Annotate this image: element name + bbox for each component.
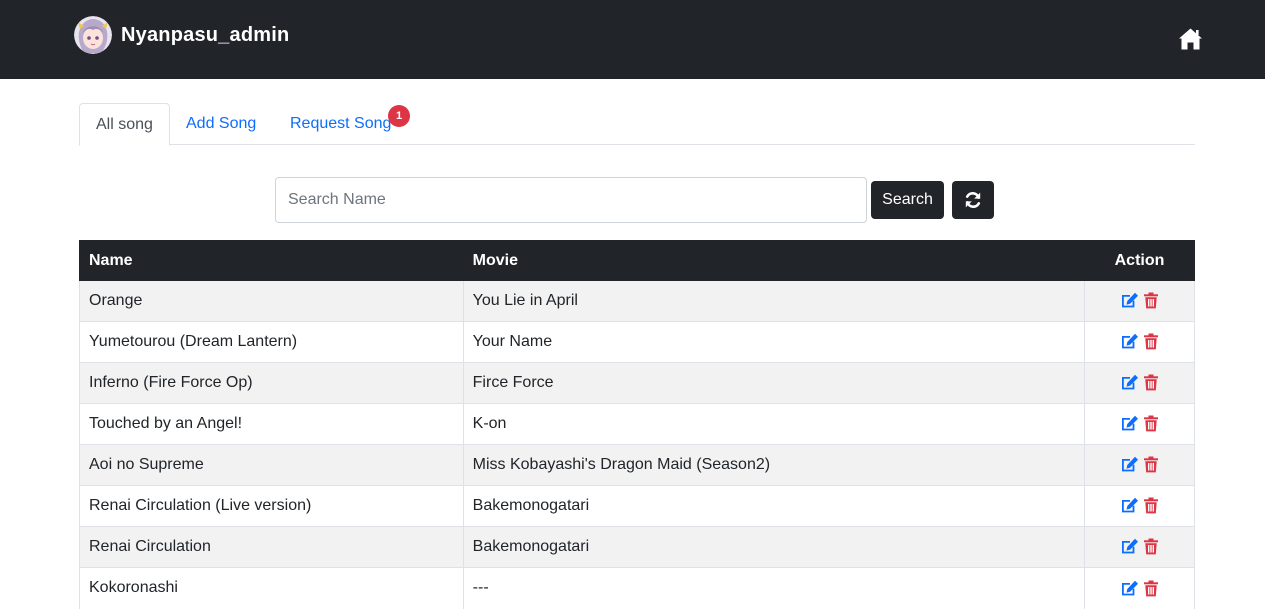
delete-icon[interactable] xyxy=(1143,292,1159,309)
table-row: Touched by an Angel! K-on xyxy=(79,403,1195,445)
table-header-row: Name Movie Action xyxy=(79,240,1195,281)
action-cell xyxy=(1084,362,1195,404)
movie-cell: Your Name xyxy=(462,321,1086,363)
request-count-badge: 1 xyxy=(388,105,410,127)
action-cell xyxy=(1084,403,1195,445)
movie-cell: You Lie in April xyxy=(462,280,1086,322)
edit-icon[interactable] xyxy=(1120,538,1139,555)
edit-icon[interactable] xyxy=(1120,292,1139,309)
brand[interactable]: Nyanpasu_admin xyxy=(74,16,289,54)
refresh-button[interactable] xyxy=(952,181,994,219)
song-rows: Orange You Lie in April Yumetourou (Drea… xyxy=(79,280,1195,609)
delete-icon[interactable] xyxy=(1143,456,1159,473)
table-row: Yumetourou (Dream Lantern) Your Name xyxy=(79,321,1195,363)
edit-icon[interactable] xyxy=(1120,415,1139,432)
action-cell xyxy=(1084,280,1195,322)
action-cell xyxy=(1084,567,1195,609)
song-name-cell: Inferno (Fire Force Op) xyxy=(79,362,464,404)
delete-icon[interactable] xyxy=(1143,374,1159,391)
song-tabs: All song Add Song Request Song 1 xyxy=(79,103,1195,146)
movie-cell: Bakemonogatari xyxy=(462,485,1086,527)
delete-icon[interactable] xyxy=(1143,497,1159,514)
table-row: Inferno (Fire Force Op) Firce Force xyxy=(79,362,1195,404)
edit-icon[interactable] xyxy=(1120,497,1139,514)
column-header-movie: Movie xyxy=(462,240,1086,281)
search-input[interactable] xyxy=(275,177,867,223)
table-row: Aoi no Supreme Miss Kobayashi's Dragon M… xyxy=(79,444,1195,486)
action-cell xyxy=(1084,485,1195,527)
edit-icon[interactable] xyxy=(1120,580,1139,597)
tab-all-song[interactable]: All song xyxy=(79,103,170,146)
edit-icon[interactable] xyxy=(1120,456,1139,473)
movie-cell: Bakemonogatari xyxy=(462,526,1086,568)
brand-name: Nyanpasu_admin xyxy=(121,23,290,46)
delete-icon[interactable] xyxy=(1143,580,1159,597)
song-name-cell: Aoi no Supreme xyxy=(79,444,464,486)
action-cell xyxy=(1084,321,1195,363)
movie-cell: --- xyxy=(462,567,1086,609)
movie-cell: Firce Force xyxy=(462,362,1086,404)
delete-icon[interactable] xyxy=(1143,538,1159,555)
action-cell xyxy=(1084,526,1195,568)
delete-icon[interactable] xyxy=(1143,333,1159,350)
song-name-cell: Renai Circulation (Live version) xyxy=(79,485,464,527)
home-icon[interactable] xyxy=(1178,27,1203,51)
refresh-icon xyxy=(965,192,981,208)
table-row: Renai Circulation Bakemonogatari xyxy=(79,526,1195,568)
table-row: Orange You Lie in April xyxy=(79,280,1195,322)
movie-cell: K-on xyxy=(462,403,1086,445)
table-row: Kokoronashi --- xyxy=(79,567,1195,609)
edit-icon[interactable] xyxy=(1120,333,1139,350)
table-row: Renai Circulation (Live version) Bakemon… xyxy=(79,485,1195,527)
song-name-cell: Yumetourou (Dream Lantern) xyxy=(79,321,464,363)
column-header-action: Action xyxy=(1084,240,1195,281)
song-name-cell: Touched by an Angel! xyxy=(79,403,464,445)
tab-request-song[interactable]: Request Song xyxy=(274,103,407,145)
top-navbar: Nyanpasu_admin xyxy=(0,0,1265,79)
action-cell xyxy=(1084,444,1195,486)
edit-icon[interactable] xyxy=(1120,374,1139,391)
search-button[interactable]: Search xyxy=(871,181,944,219)
movie-cell: Miss Kobayashi's Dragon Maid (Season2) xyxy=(462,444,1086,486)
column-header-name: Name xyxy=(79,240,464,281)
song-name-cell: Kokoronashi xyxy=(79,567,464,609)
tab-add-song[interactable]: Add Song xyxy=(170,103,272,145)
song-name-cell: Renai Circulation xyxy=(79,526,464,568)
song-table: Name Movie Action Orange You Lie in Apri… xyxy=(79,240,1195,609)
delete-icon[interactable] xyxy=(1143,415,1159,432)
song-name-cell: Orange xyxy=(79,280,464,322)
anime-avatar-icon xyxy=(74,16,112,54)
